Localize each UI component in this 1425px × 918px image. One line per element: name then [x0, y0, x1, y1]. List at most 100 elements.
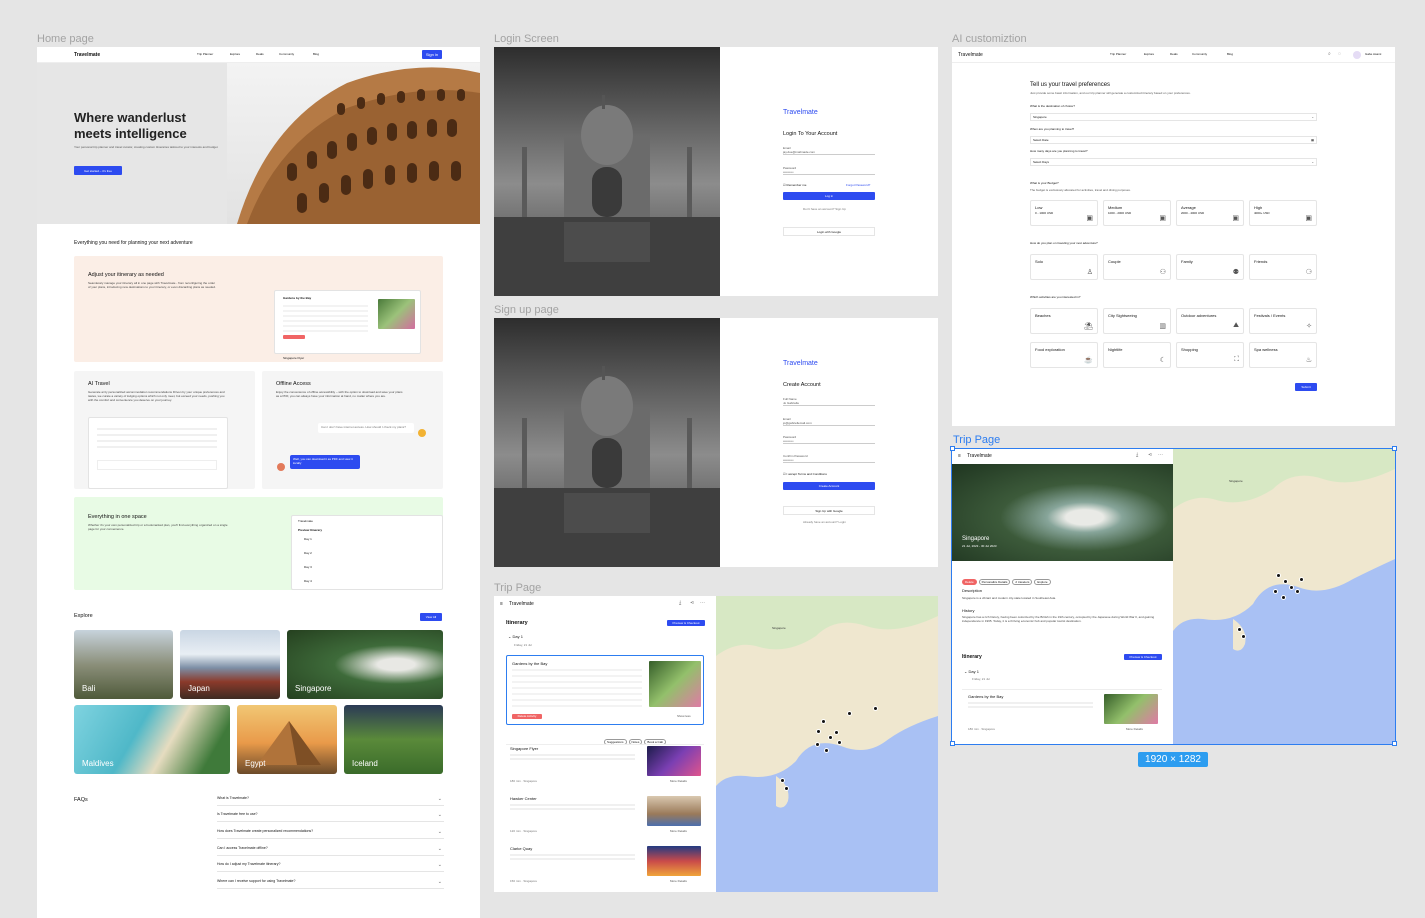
dest-japan[interactable]: Japan — [180, 630, 280, 699]
forgot-password-link[interactable]: Forgot Password? — [846, 183, 870, 188]
map-pin[interactable] — [837, 740, 842, 745]
tag-explore[interactable]: Explore — [1034, 579, 1051, 585]
delete-pill[interactable] — [283, 335, 305, 339]
google-login-button[interactable]: Login with Google — [783, 227, 875, 236]
budget-medium[interactable]: Medium 1000 - 2000 USD ▣ — [1103, 200, 1171, 226]
view-all-button[interactable]: View All — [420, 613, 442, 621]
faq-item-5[interactable]: How do I adjust my Travelmate itinerary?… — [217, 862, 444, 872]
share-icon[interactable]: ⋖ — [1148, 452, 1152, 458]
trip2-day1[interactable]: ⌄ Day 1 — [964, 669, 979, 674]
act-food[interactable]: Food exploration ☕ — [1030, 342, 1098, 368]
trip2-item[interactable]: Gardens by the Bay 180 min · Singapore M… — [968, 694, 1162, 734]
map-pin[interactable] — [1276, 573, 1281, 578]
act-nightlife[interactable]: Nightlife ☾ — [1103, 342, 1171, 368]
map-pin[interactable] — [1283, 579, 1288, 584]
map-pin[interactable] — [824, 748, 829, 753]
terms-checkbox[interactable]: ☑ I accept Terms and Conditions — [783, 472, 827, 477]
dest-singapore[interactable]: Singapore — [287, 630, 443, 699]
dest-egypt[interactable]: Egypt — [237, 705, 337, 774]
trip2-menu-icon[interactable]: ≡ — [958, 453, 961, 459]
more-icon[interactable]: ⋯ — [1158, 452, 1163, 458]
faq-item-2[interactable]: Is Travelmate free to use? ⌄ — [217, 812, 444, 822]
download-icon[interactable]: ⤓ — [679, 600, 681, 606]
map-pin[interactable] — [1273, 589, 1278, 594]
bell-icon[interactable]: ◌ — [1338, 51, 1341, 57]
trip2-logo[interactable]: Travelmate — [967, 453, 992, 459]
ai-logo[interactable]: Travelmate — [958, 52, 983, 58]
resize-handle-tl[interactable] — [950, 446, 955, 451]
nav-explore[interactable]: Explore — [230, 52, 240, 57]
map-pin[interactable] — [1281, 595, 1286, 600]
signup-email-field[interactable]: Email jo@gabriellemail.com — [783, 417, 875, 426]
map-pin[interactable] — [1299, 577, 1304, 582]
share-icon[interactable]: ⋖ — [690, 600, 694, 606]
trip-item-clarke[interactable]: Clarke Quay 150 min · Singapore More Det… — [510, 846, 704, 890]
trip-item-hawker[interactable]: Hawker Center 120 min · Singapore More D… — [510, 796, 704, 840]
ai-nav-deals[interactable]: Deals — [1170, 52, 1178, 57]
delete-activity-button[interactable]: Delete Activity — [512, 714, 542, 719]
map-pin[interactable] — [847, 711, 852, 716]
signup-password-field[interactable]: Password •••••••••• — [783, 435, 875, 444]
resize-handle-bl[interactable] — [950, 741, 955, 746]
faq-item-1[interactable]: What is Travelmate? ⌄ — [217, 796, 444, 806]
login-button[interactable]: Log in — [783, 192, 875, 200]
trip-map[interactable]: Singapore — [716, 596, 938, 892]
trip-item-gardens[interactable]: Gardens by the Bay Delete Activity Show … — [506, 655, 704, 725]
dest-bali[interactable]: Bali — [74, 630, 173, 699]
trip-logo[interactable]: Travelmate — [509, 601, 534, 607]
home-logo[interactable]: Travelmate — [74, 52, 100, 58]
nav-deals[interactable]: Deals — [256, 52, 264, 57]
nav-trip-planner[interactable]: Trip Planner — [197, 52, 213, 57]
map-pin[interactable] — [1289, 585, 1294, 590]
dest-maldives[interactable]: Maldives — [74, 705, 230, 774]
google-signup-button[interactable]: Sign Up with Google — [783, 506, 875, 515]
avatar[interactable] — [1353, 51, 1361, 59]
faq-item-3[interactable]: How does Travelmate create personalized … — [217, 829, 444, 839]
ai-nav-community[interactable]: Community — [1192, 52, 1207, 57]
ai-nav-trip-planner[interactable]: Trip Planner — [1110, 52, 1126, 57]
tag-personalize[interactable]: Personalize Details — [978, 579, 1011, 585]
budget-average[interactable]: Average 2000 - 4000 USD ▣ — [1176, 200, 1244, 226]
map-pin[interactable] — [1295, 589, 1300, 594]
more-details-link[interactable]: More Details — [670, 829, 687, 834]
map-pin[interactable] — [816, 729, 821, 734]
search-icon[interactable]: ⌕ — [1328, 51, 1331, 57]
more-details-link[interactable]: More Details — [670, 879, 687, 884]
map-pin[interactable] — [1237, 627, 1242, 632]
act-shopping[interactable]: Shopping ⛶ — [1176, 342, 1244, 368]
who-couple[interactable]: Couple ⚇ — [1103, 254, 1171, 280]
map-pin[interactable] — [834, 730, 839, 735]
map-pin[interactable] — [784, 786, 789, 791]
create-account-button[interactable]: Create Account — [783, 482, 875, 490]
act-festivals[interactable]: Festivals / Events ✧ — [1249, 308, 1317, 334]
ai-nav-blog[interactable]: Blog — [1227, 52, 1233, 57]
map-pin[interactable] — [821, 719, 826, 724]
more-details-link[interactable]: More Details — [670, 779, 687, 784]
who-family[interactable]: Family ⚉ — [1176, 254, 1244, 280]
resize-handle-br[interactable] — [1392, 741, 1397, 746]
signup-link[interactable]: Don't have an account? Sign Up — [803, 207, 846, 212]
trip2-more-details[interactable]: More Details — [1126, 727, 1143, 732]
act-outdoor[interactable]: Outdoor adventures ⛰ — [1176, 308, 1244, 334]
fullname-field[interactable]: Full Name Jo Gabrielle — [783, 397, 875, 406]
more-icon[interactable]: ⋯ — [700, 600, 705, 606]
tag-delete[interactable]: Delete — [962, 579, 977, 585]
map-pin[interactable] — [1241, 634, 1246, 639]
faq-item-4[interactable]: Can I access Travelmate offline? ⌄ — [217, 846, 444, 856]
download-icon[interactable]: ⤓ — [1136, 452, 1138, 458]
login-password-field[interactable]: Password •••••••••• — [783, 166, 875, 175]
trip-menu-icon[interactable]: ≡ — [500, 601, 503, 607]
map-pin[interactable] — [815, 742, 820, 747]
map-pin[interactable] — [780, 778, 785, 783]
who-solo[interactable]: Solo ♙ — [1030, 254, 1098, 280]
budget-high[interactable]: High 4000+ USD ▣ — [1249, 200, 1317, 226]
signin-button[interactable]: Sign in — [422, 50, 442, 59]
trip-day1[interactable]: ⌄ Day 1 — [508, 634, 523, 639]
nav-community[interactable]: Community — [279, 52, 294, 57]
budget-low[interactable]: Low 0 - 1000 USD ▣ — [1030, 200, 1098, 226]
map-pin[interactable] — [873, 706, 878, 711]
dest-iceland[interactable]: Iceland — [344, 705, 443, 774]
destination-select[interactable]: Singapore ⌄ — [1030, 113, 1317, 121]
hero-cta-button[interactable]: Get started – it's free — [74, 166, 122, 175]
act-beaches[interactable]: Beaches ⛱ — [1030, 308, 1098, 334]
